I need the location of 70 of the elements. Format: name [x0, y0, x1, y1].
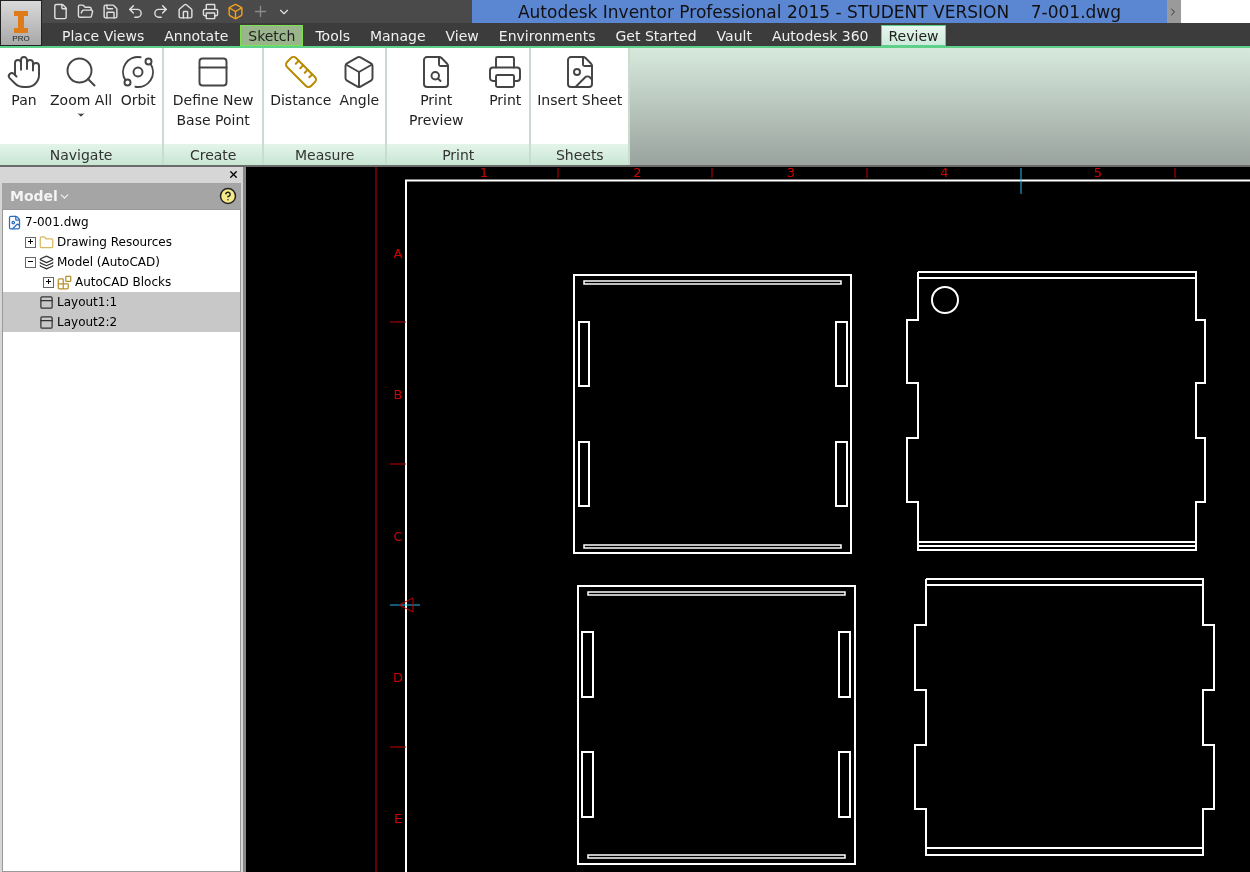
- tree-item[interactable]: Model (AutoCAD): [3, 252, 240, 272]
- tree-item[interactable]: Layout2:2: [3, 312, 240, 332]
- drawing-file-icon: [7, 214, 22, 230]
- distance-tool-icon: [282, 54, 319, 90]
- plus-icon[interactable]: [252, 3, 269, 20]
- ribbon-tab[interactable]: Get Started: [607, 25, 705, 46]
- ribbon-tool-button[interactable]: Pan: [4, 52, 44, 144]
- print-tool-icon: [487, 54, 524, 90]
- tree-item[interactable]: Layout1:1: [3, 292, 240, 312]
- ribbon-tab[interactable]: Manage: [361, 25, 434, 46]
- window-title: Autodesk Inventor Professional 2015 - STUDENT VERSION 7-001.dwg: [472, 0, 1167, 23]
- origin-marker-icon: [389, 597, 421, 613]
- ribbon-tab[interactable]: Autodesk 360: [763, 25, 877, 46]
- ribbon-tool-button[interactable]: Angle: [337, 52, 382, 144]
- application-menu-button[interactable]: PRO: [0, 0, 42, 46]
- sheet-icon: [39, 294, 54, 310]
- ruler-label: 2: [633, 167, 642, 180]
- expand-icon[interactable]: [25, 236, 36, 248]
- ribbon-tool-button[interactable]: Define New Base Point: [168, 52, 259, 144]
- ruler-label: D: [393, 669, 403, 685]
- panel-title: Measure: [264, 144, 386, 165]
- open-folder-icon[interactable]: [77, 3, 94, 20]
- ruler-label: 1: [479, 167, 489, 180]
- cube-icon[interactable]: [227, 3, 244, 20]
- new-file-icon[interactable]: [52, 3, 69, 20]
- collapse-icon[interactable]: [25, 256, 36, 268]
- panel-title: Print: [387, 144, 530, 165]
- ruler-label: A: [393, 246, 403, 261]
- redo-icon[interactable]: [152, 3, 169, 20]
- help-icon[interactable]: [219, 187, 237, 205]
- ruler-label: 3: [786, 167, 796, 180]
- ruler-label: B: [393, 387, 403, 403]
- sheet-icon: [39, 314, 54, 330]
- ribbon-tool-button[interactable]: Distance: [268, 52, 334, 144]
- ruler-label: E: [393, 811, 403, 827]
- ribbon-tool-button[interactable]: Zoom All: [48, 52, 115, 144]
- ribbon-tab[interactable]: Tools: [307, 25, 358, 46]
- ribbon-tool-button[interactable]: Orbit: [118, 52, 159, 144]
- ribbon-tool-button[interactable]: Print: [485, 52, 526, 144]
- ruler-label: C: [393, 528, 403, 544]
- ribbon-tab[interactable]: Environments: [490, 25, 604, 46]
- ruler-label: 5: [1093, 167, 1103, 180]
- panel-title: Navigate: [0, 144, 163, 165]
- search-field[interactable]: [1181, 0, 1250, 23]
- panel-title: Sheets: [531, 144, 629, 165]
- pan-tool-icon: [6, 54, 42, 90]
- ribbon-tab[interactable]: View: [437, 25, 487, 46]
- home-icon[interactable]: [177, 3, 194, 20]
- tree-item[interactable]: 7-001.dwg: [3, 212, 240, 232]
- blocks-icon: [57, 274, 72, 290]
- ribbon-tab[interactable]: Sketch: [240, 25, 304, 46]
- app-logo-icon: [13, 10, 29, 34]
- ribbon-tab[interactable]: Review: [880, 25, 947, 46]
- save-icon[interactable]: [102, 3, 119, 20]
- tree-item[interactable]: Drawing Resources: [3, 232, 240, 252]
- undo-icon[interactable]: [127, 3, 144, 20]
- tree-item[interactable]: AutoCAD Blocks: [3, 272, 240, 292]
- ribbon-tab[interactable]: Vault: [708, 25, 760, 46]
- expand-icon[interactable]: [43, 276, 54, 288]
- panel-title: Create: [164, 144, 263, 165]
- ribbon-tool-button[interactable]: Print Preview: [391, 52, 482, 144]
- ribbon-tab[interactable]: Annotate: [156, 25, 237, 46]
- ruler-label: 4: [940, 167, 949, 180]
- ribbon-tab[interactable]: Place Views: [54, 25, 153, 46]
- print-icon[interactable]: [202, 3, 219, 20]
- folder-icon: [39, 234, 54, 250]
- close-icon[interactable]: [228, 168, 239, 180]
- ribbon-tool-button[interactable]: Insert Sheet: [535, 52, 625, 144]
- model-icon: [39, 254, 54, 270]
- orbit-tool-icon: [120, 54, 157, 90]
